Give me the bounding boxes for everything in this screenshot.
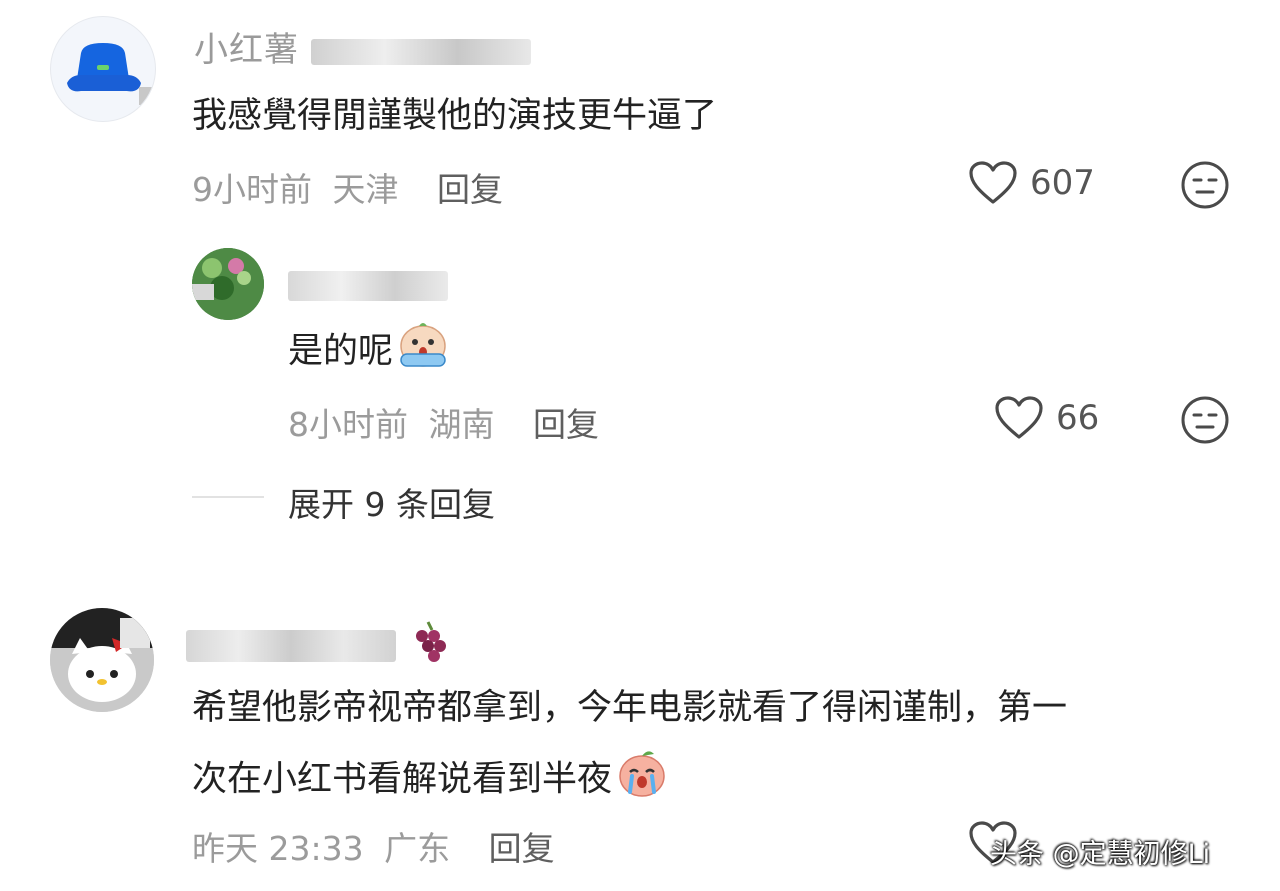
reply-time: 8小时前	[288, 405, 408, 444]
comment-time: 昨天 23:33	[192, 829, 364, 868]
comment-text: 我感覺得閒謹製他的演技更牛逼了	[192, 96, 718, 136]
dislike-button[interactable]	[1180, 160, 1230, 214]
expand-divider	[192, 496, 264, 498]
blurred-username	[186, 629, 396, 662]
comment-meta: 9小时前 天津 回复	[192, 163, 503, 211]
like-count: 607	[1030, 163, 1095, 203]
crying-face-emoji-icon	[395, 320, 451, 385]
reply-meta: 8小时前 湖南 回复	[288, 398, 599, 446]
grape-emoji-icon	[408, 618, 454, 673]
blurred-username	[288, 270, 448, 301]
heart-icon	[995, 396, 1043, 439]
blurred-username-part	[310, 38, 531, 65]
comment-username[interactable]: 小红薯	[194, 22, 531, 71]
reply-dislike-button[interactable]	[1180, 395, 1230, 449]
reply-like-button[interactable]: 66	[994, 395, 1099, 441]
comment-location: 天津	[332, 170, 399, 209]
comment-time: 9小时前	[192, 170, 312, 209]
reply-avatar[interactable]	[192, 248, 264, 320]
expand-replies-button[interactable]: 展开 9 条回复	[288, 478, 495, 526]
crying-peach-emoji-icon	[614, 748, 670, 813]
bucket-hat-avatar-icon	[67, 43, 155, 105]
plant-avatar-icon	[192, 248, 264, 320]
reply-like-count: 66	[1056, 398, 1100, 438]
comment-avatar[interactable]	[50, 608, 154, 712]
reply-reply-button[interactable]: 回复	[533, 405, 599, 444]
neutral-face-icon	[1181, 396, 1229, 444]
comment-username[interactable]	[186, 618, 454, 673]
reply-text: 是的呢	[288, 320, 451, 385]
comment-text-line1: 希望他影帝视帝都拿到，今年电影就看了得闲谨制，第一	[192, 688, 1068, 728]
watermark: 头条 @定慧初修Li	[990, 839, 1211, 870]
reply-username[interactable]	[288, 264, 448, 304]
reply-button[interactable]: 回复	[437, 170, 503, 209]
hello-kitty-avatar-icon	[50, 608, 154, 712]
reply-button[interactable]: 回复	[489, 829, 555, 868]
reply-location: 湖南	[428, 405, 495, 444]
comment-location: 广东	[384, 829, 451, 868]
neutral-face-icon	[1181, 161, 1229, 209]
comment-avatar[interactable]	[50, 16, 156, 122]
comment-meta: 昨天 23:33 广东 回复	[192, 822, 555, 870]
comment-text-line2: 次在小红书看解说看到半夜	[192, 748, 670, 813]
heart-icon	[969, 161, 1017, 204]
like-button[interactable]: 607	[968, 160, 1095, 206]
